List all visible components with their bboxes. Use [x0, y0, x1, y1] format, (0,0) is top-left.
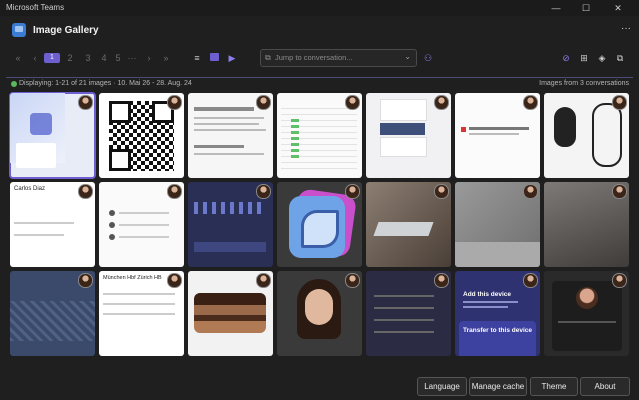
status-dot	[11, 81, 17, 87]
sender-avatar	[523, 184, 538, 199]
image-tile[interactable]	[188, 93, 273, 178]
app-header: Image Gallery ···	[0, 16, 639, 46]
app-title: Image Gallery	[33, 25, 99, 36]
filter-icon[interactable]: ≡	[192, 52, 202, 64]
page-more[interactable]: ···	[126, 52, 138, 64]
current-page[interactable]: 1	[44, 53, 60, 63]
maximize-button[interactable]: ☐	[571, 0, 601, 16]
image-tile[interactable]: München Hbf Zürich HB	[99, 271, 184, 356]
sender-avatar	[612, 184, 627, 199]
close-button[interactable]: ✕	[603, 0, 633, 16]
more-options-button[interactable]: ···	[621, 23, 631, 34]
sender-avatar	[434, 95, 449, 110]
image-tile[interactable]	[9, 92, 96, 179]
tile-caption: München Hbf Zürich HB	[103, 275, 162, 281]
image-tile[interactable]	[277, 182, 362, 267]
sender-avatar	[78, 184, 93, 199]
sender-avatar	[78, 273, 93, 288]
tile-caption: Transfer to this device	[463, 327, 532, 334]
image-tile[interactable]	[366, 93, 451, 178]
gallery-icon	[12, 23, 26, 37]
sender-avatar	[78, 95, 93, 110]
progress-line	[6, 77, 633, 78]
prev-page-icon[interactable]: ‹	[30, 52, 40, 64]
status-text: Displaying: 1-21 of 21 images · 10. Mai …	[19, 80, 192, 87]
chevron-down-icon[interactable]: ⌄	[404, 52, 411, 61]
image-tile[interactable]	[99, 93, 184, 178]
hide-icon[interactable]: ⊘	[560, 52, 572, 64]
sender-avatar	[167, 184, 182, 199]
image-tile[interactable]: Add this device Transfer to this device	[455, 271, 540, 356]
sender-avatar	[612, 273, 627, 288]
page-3[interactable]: 3	[84, 52, 92, 64]
sender-avatar	[167, 95, 182, 110]
sender-avatar	[167, 273, 182, 288]
play-icon[interactable]: ▶	[227, 52, 237, 64]
sender-avatar	[256, 273, 271, 288]
image-tile[interactable]: Carlos Diaz	[10, 182, 95, 267]
add-person-icon[interactable]: ⚇	[422, 52, 434, 64]
about-button[interactable]: About	[580, 377, 630, 396]
image-tile[interactable]	[544, 93, 629, 178]
sender-avatar	[256, 95, 271, 110]
image-tile[interactable]	[544, 271, 629, 356]
minimize-button[interactable]: —	[541, 0, 571, 16]
image-tile[interactable]	[455, 182, 540, 267]
next-page-icon[interactable]: ›	[144, 52, 154, 64]
jump-icon: ⧉	[265, 53, 271, 62]
language-button[interactable]: Language	[417, 377, 467, 396]
image-tile[interactable]	[10, 271, 95, 356]
sender-avatar	[345, 273, 360, 288]
grid-view-icon[interactable]: ⊞	[578, 52, 590, 64]
manage-cache-button[interactable]: Manage cache	[469, 377, 527, 396]
page-2[interactable]: 2	[66, 52, 74, 64]
sender-avatar	[345, 184, 360, 199]
page-5[interactable]: 5	[114, 52, 122, 64]
image-grid: Carlos Diaz München Hbf Zürich HB Add th…	[9, 92, 630, 356]
window-titlebar: Microsoft Teams — ☐ ✕	[0, 0, 639, 16]
sender-avatar	[523, 95, 538, 110]
sender-avatar	[345, 95, 360, 110]
tag-icon[interactable]: ◈	[596, 52, 608, 64]
window-title: Microsoft Teams	[6, 3, 65, 12]
tile-caption: Carlos Diaz	[14, 186, 46, 192]
sender-avatar	[612, 95, 627, 110]
image-tile[interactable]	[99, 182, 184, 267]
jump-to-conversation[interactable]: ⧉ Jump to conversation... ⌄	[260, 49, 417, 67]
image-tile[interactable]	[188, 271, 273, 356]
image-tile[interactable]	[277, 271, 362, 356]
sender-avatar	[434, 273, 449, 288]
image-tile[interactable]	[366, 271, 451, 356]
tile-caption: Add this device	[463, 291, 512, 298]
sender-avatar	[523, 273, 538, 288]
sender-avatar	[256, 184, 271, 199]
image-tile[interactable]	[544, 182, 629, 267]
export-icon[interactable]: ⧉	[614, 52, 626, 64]
last-page-icon[interactable]: »	[160, 52, 172, 64]
theme-button[interactable]: Theme	[530, 377, 578, 396]
sender-avatar	[434, 184, 449, 199]
slideshow-icon[interactable]	[210, 53, 219, 61]
image-tile[interactable]	[366, 182, 451, 267]
first-page-icon[interactable]: «	[12, 52, 24, 64]
source-text: Images from 3 conversations	[539, 80, 629, 87]
page-4[interactable]: 4	[100, 52, 108, 64]
image-tile[interactable]	[455, 93, 540, 178]
search-placeholder: Jump to conversation...	[275, 53, 353, 62]
image-tile[interactable]	[188, 182, 273, 267]
image-tile[interactable]	[277, 93, 362, 178]
